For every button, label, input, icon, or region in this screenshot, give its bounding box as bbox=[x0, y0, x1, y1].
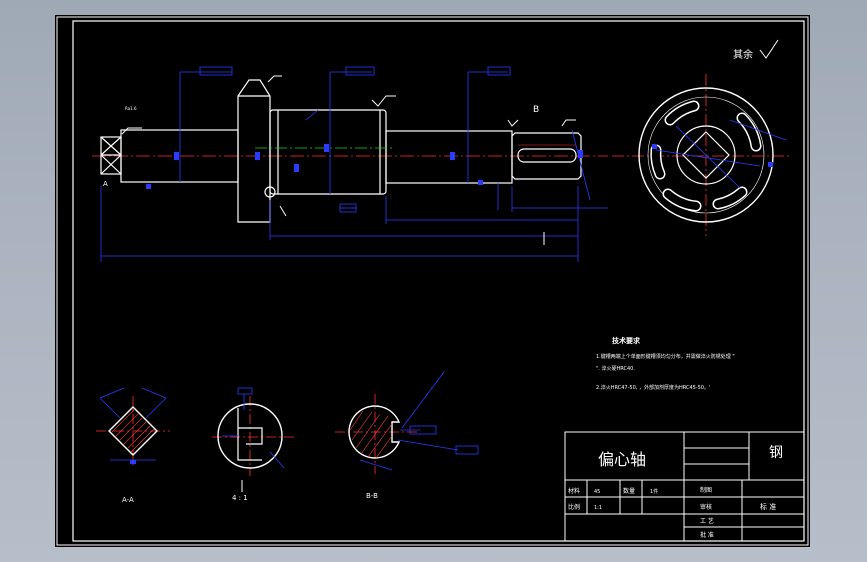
label-scale: 比例 bbox=[568, 503, 580, 511]
section-a-label: A-A bbox=[122, 496, 134, 504]
view-a-marker: A bbox=[103, 180, 108, 188]
view-b-marker: B bbox=[533, 105, 539, 115]
label-approve: 批 准 bbox=[700, 531, 714, 539]
section-b-label: B-B bbox=[366, 492, 378, 500]
value-material: 45 bbox=[594, 489, 600, 495]
label-check: 审核 bbox=[700, 503, 712, 511]
svg-text:Ra1.6: Ra1.6 bbox=[125, 106, 137, 111]
material-title: 钢 bbox=[769, 445, 783, 461]
section-detail-label: 4 : 1 bbox=[232, 494, 248, 502]
section-a-a bbox=[96, 387, 170, 466]
label-process: 工 艺 bbox=[700, 517, 714, 525]
label-material: 材料 bbox=[568, 487, 580, 495]
value-scale: 1:1 bbox=[594, 505, 602, 511]
part-name: 偏心轴 bbox=[598, 450, 646, 469]
dimension-lines bbox=[100, 71, 608, 262]
section-detail-4-1 bbox=[212, 387, 296, 492]
drawing-canvas: Ra1.6 B A 其余 A-A 4: 1 B-B 技术要求 1.键槽两端上个… bbox=[56, 16, 809, 546]
roughness-symbol-general bbox=[759, 39, 779, 59]
tech-req-line-1: 1.键槽两端上个单面形键槽须均匀分布，并需做淬火防锈处理 " bbox=[596, 353, 735, 360]
dimension-tolerance-boxes bbox=[199, 66, 511, 213]
tech-req-line-3: 2.淬火HRC47-50, ，外部加剂厚度为HRC45-50。' bbox=[596, 384, 710, 391]
end-view-flange bbox=[612, 74, 790, 236]
tech-req-line-2: ". 淬火硬HRC40. bbox=[596, 365, 635, 372]
label-qty: 数量 bbox=[623, 487, 635, 495]
roughness-note: 其余 bbox=[733, 48, 753, 61]
shaft-main-view bbox=[92, 79, 608, 223]
tech-req-title: 技术要求 bbox=[612, 336, 641, 345]
value-qty: 1件 bbox=[650, 488, 658, 495]
label-standard: 标 准 bbox=[760, 502, 776, 511]
label-drawn: 制图 bbox=[700, 486, 712, 494]
outer-border bbox=[56, 16, 809, 546]
section-b-b bbox=[335, 371, 479, 474]
inner-frame bbox=[72, 20, 805, 542]
cad-drawing-window: Ra1.6 B A 其余 A-A 4: 1 B-B 技术要求 1.键槽两端上个… bbox=[0, 0, 867, 562]
